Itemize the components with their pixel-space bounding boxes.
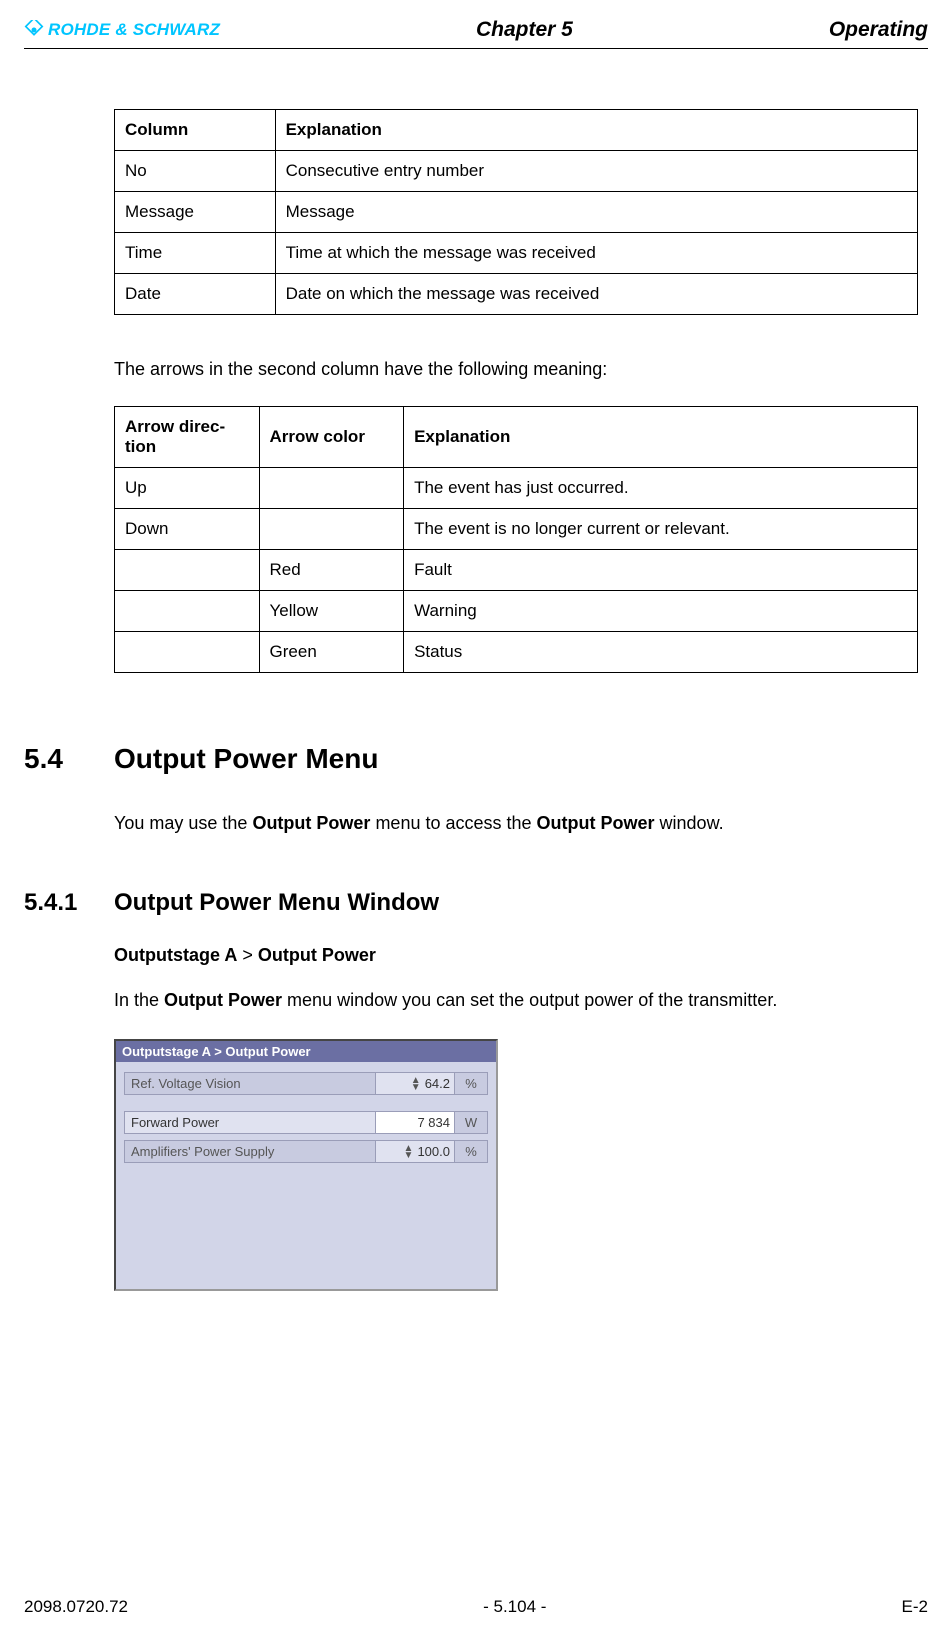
table2-header-direction: Arrow direc­tion	[115, 407, 260, 468]
window-title: Outputstage A > Output Power	[116, 1041, 496, 1062]
subsection-number: 5.4.1	[24, 889, 114, 917]
section-title: Output Power Menu	[114, 743, 378, 775]
table1-cell: Consecutive entry number	[275, 151, 917, 192]
forward-power-unit: W	[455, 1111, 488, 1134]
table1-cell: Time	[115, 233, 276, 274]
subsection-desc: In the Output Power menu window you can …	[114, 990, 918, 1011]
table1-cell: Message	[115, 192, 276, 233]
section-number: 5.4	[24, 743, 114, 775]
forward-power-label: Forward Power	[124, 1111, 376, 1134]
table1-header-column: Column	[115, 110, 276, 151]
amplifiers-label: Amplifiers' Power Supply	[124, 1140, 376, 1163]
table2-cell	[115, 550, 260, 591]
footer-left: 2098.0720.72	[24, 1597, 128, 1617]
ref-voltage-row: Ref. Voltage Vision ▲▼64.2 %	[124, 1072, 488, 1095]
table2-cell: Up	[115, 468, 260, 509]
spinner-icon[interactable]: ▲▼	[411, 1077, 421, 1091]
table2-header-color: Arrow color	[259, 407, 404, 468]
table2-cell: Down	[115, 509, 260, 550]
section-label: Operating	[829, 18, 928, 42]
forward-power-row: Forward Power 7 834 W	[124, 1111, 488, 1134]
output-power-window: Outputstage A > Output Power Ref. Voltag…	[114, 1039, 498, 1291]
brand: ROHDE & SCHWARZ	[24, 20, 220, 40]
brand-text: ROHDE & SCHWARZ	[48, 20, 220, 40]
menu-path: Outputstage A > Output Power	[114, 945, 918, 966]
table2-cell	[259, 509, 404, 550]
table2-cell	[115, 591, 260, 632]
section-heading: 5.4 Output Power Menu	[114, 743, 918, 775]
page-header: ROHDE & SCHWARZ Chapter 5 Operating	[24, 18, 928, 49]
table1-cell: Message	[275, 192, 917, 233]
footer-right: E-2	[902, 1597, 928, 1617]
amplifiers-unit: %	[455, 1140, 488, 1163]
subsection-heading: 5.4.1 Output Power Menu Window	[114, 889, 918, 917]
brand-logo-icon	[24, 20, 44, 40]
table2-cell: The event is no longer current or releva…	[404, 509, 918, 550]
arrows-paragraph: The arrows in the second column have the…	[114, 359, 918, 380]
ref-voltage-label: Ref. Voltage Vision	[124, 1072, 376, 1095]
table2-cell: Status	[404, 632, 918, 673]
table2-cell: Yellow	[259, 591, 404, 632]
chapter-label: Chapter 5	[220, 18, 829, 42]
ref-voltage-unit: %	[455, 1072, 488, 1095]
spinner-icon[interactable]: ▲▼	[404, 1145, 414, 1159]
table2-header-explanation: Explanation	[404, 407, 918, 468]
table1-cell: Date on which the message was received	[275, 274, 917, 315]
table2-cell: Warning	[404, 591, 918, 632]
table2-cell: The event has just occurred.	[404, 468, 918, 509]
table1-cell: No	[115, 151, 276, 192]
page-footer: 2098.0720.72 - 5.104 - E-2	[24, 1597, 928, 1617]
amplifiers-value[interactable]: ▲▼100.0	[376, 1140, 455, 1163]
arrow-explanation-table: Arrow direc­tion Arrow color Explanation…	[114, 406, 918, 673]
table2-cell: Red	[259, 550, 404, 591]
forward-power-value: 7 834	[376, 1111, 455, 1134]
table2-cell: Fault	[404, 550, 918, 591]
column-explanation-table: Column Explanation No Consecutive entry …	[114, 109, 918, 315]
section-intro: You may use the Output Power menu to acc…	[114, 813, 918, 834]
table1-cell: Time at which the message was received	[275, 233, 917, 274]
table2-cell: Green	[259, 632, 404, 673]
subsection-title: Output Power Menu Window	[114, 889, 439, 917]
table2-cell	[115, 632, 260, 673]
table1-cell: Date	[115, 274, 276, 315]
footer-center: - 5.104 -	[483, 1597, 546, 1617]
table1-header-explanation: Explanation	[275, 110, 917, 151]
amplifiers-row: Amplifiers' Power Supply ▲▼100.0 %	[124, 1140, 488, 1163]
table2-cell	[259, 468, 404, 509]
ref-voltage-value[interactable]: ▲▼64.2	[376, 1072, 455, 1095]
